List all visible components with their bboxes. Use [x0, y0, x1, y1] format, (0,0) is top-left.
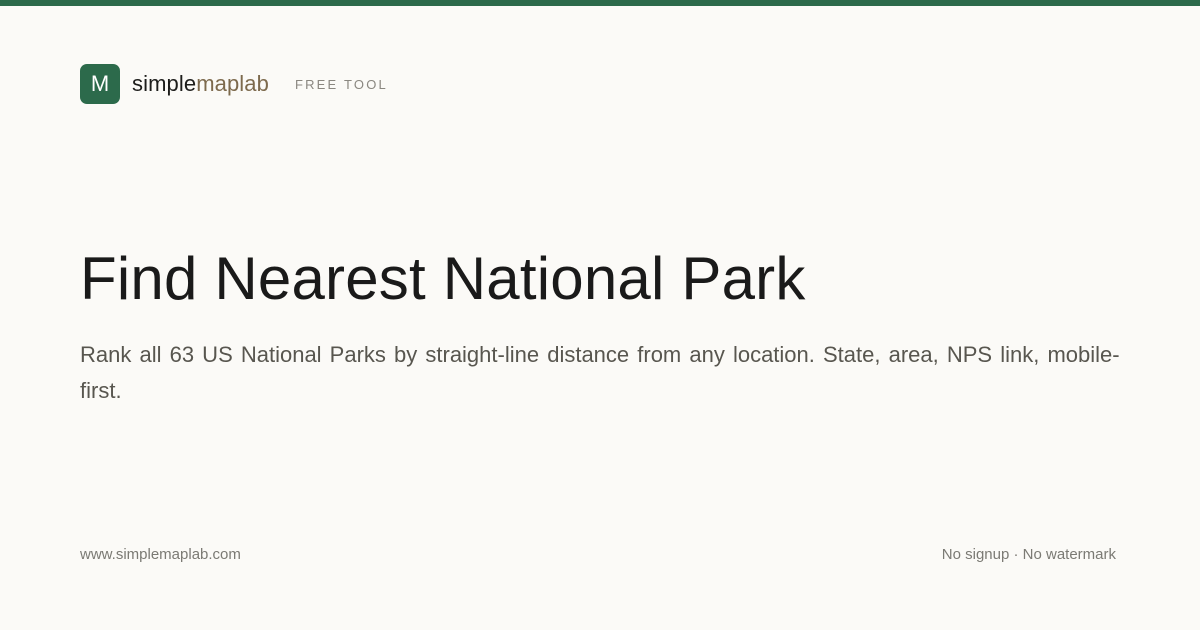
- brand: M simplemaplab FREE TOOL: [80, 64, 388, 104]
- brand-name: simplemaplab: [132, 73, 269, 95]
- brand-name-part-1: simple: [132, 71, 197, 96]
- footer-features: No signup · No watermark: [941, 546, 1116, 563]
- brand-tag: FREE TOOL: [294, 76, 388, 92]
- top-accent-bar: [0, 0, 1200, 6]
- page-description: Rank all 63 US National Parks by straigh…: [80, 342, 1120, 403]
- logo-letter: M: [90, 71, 110, 96]
- logo-icon: M: [80, 64, 120, 104]
- brand-name-part-2: maplab: [196, 71, 269, 96]
- page-title: Find Nearest National Park: [80, 245, 806, 312]
- footer-url: www.simplemaplab.com: [80, 546, 241, 563]
